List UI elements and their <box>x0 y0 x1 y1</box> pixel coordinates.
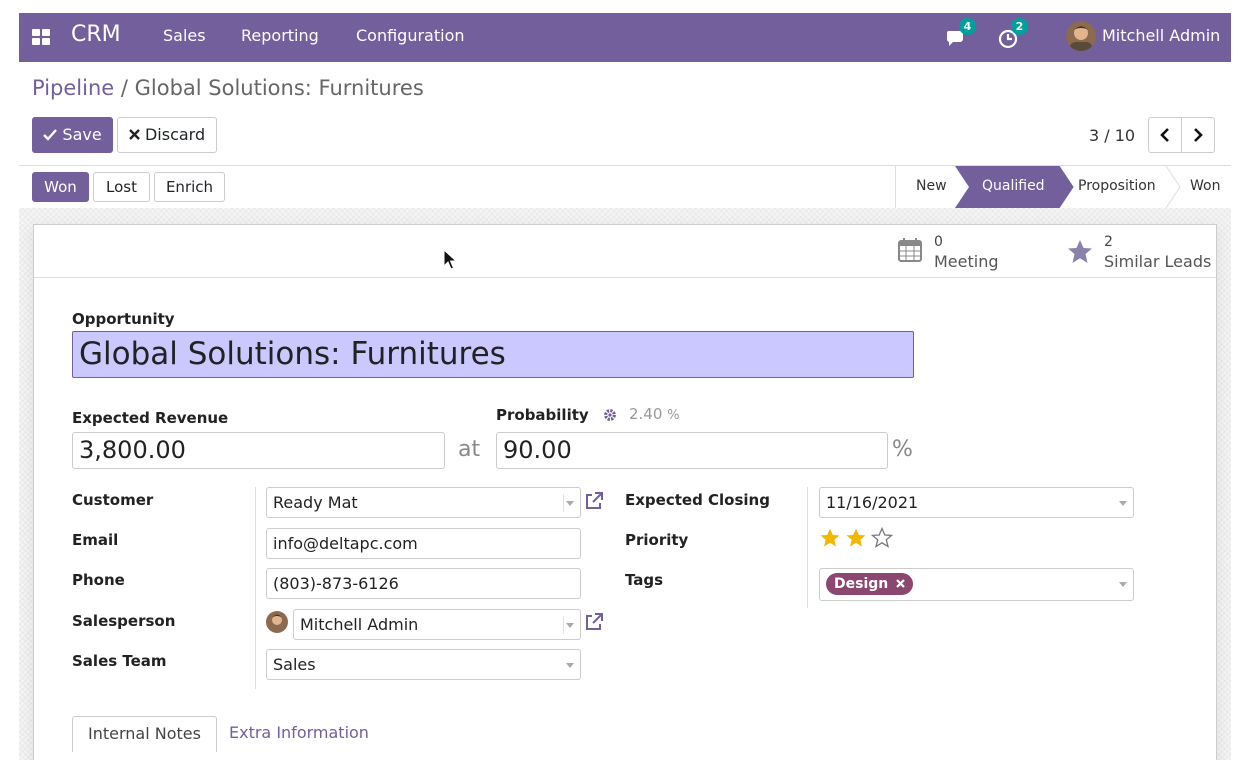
pager-value[interactable]: 3 / 10 <box>1089 126 1135 145</box>
statusbar: Won Lost Enrich New Qualified Propositio… <box>19 166 1231 208</box>
email-field[interactable]: info@deltapc.com <box>266 528 581 559</box>
discard-label: Discard <box>144 125 206 144</box>
stage-qualified[interactable]: Qualified <box>982 178 1045 194</box>
tab-extra-information[interactable]: Extra Information <box>214 716 384 752</box>
sales-team-label: Sales Team <box>72 652 167 670</box>
similar-leads-count: 2 <box>1104 234 1113 250</box>
breadcrumb-current: Global Solutions: Furnitures <box>134 76 424 100</box>
priority-widget[interactable] <box>819 527 899 549</box>
auto-probability-value: 2.40 <box>629 405 663 423</box>
expected-revenue-label: Expected Revenue <box>72 409 229 427</box>
smart-button-box: 0 Meeting 2 Similar Leads <box>34 225 1216 278</box>
salesperson-field[interactable]: Mitchell Admin <box>293 609 581 640</box>
check-icon <box>43 129 58 141</box>
form-sheet: 0 Meeting 2 Similar Leads Opportunity Gl… <box>33 224 1217 760</box>
save-button[interactable]: Save <box>32 117 113 153</box>
expected-closing-field[interactable]: 11/16/2021 <box>819 487 1134 518</box>
menu-sales[interactable]: Sales <box>163 26 206 45</box>
meeting-count: 0 <box>934 234 943 250</box>
chevron-down-icon <box>566 501 574 506</box>
opportunity-label: Opportunity <box>72 310 175 328</box>
chevron-down-icon <box>566 623 574 628</box>
menu-reporting[interactable]: Reporting <box>241 26 319 45</box>
probability-label: Probability <box>496 406 589 424</box>
similar-leads-smart-button[interactable]: 2 Similar Leads <box>1067 231 1212 275</box>
lost-button[interactable]: Lost <box>93 172 150 202</box>
stage-won[interactable]: Won <box>1190 178 1220 194</box>
calendar-icon <box>898 238 922 262</box>
discard-button[interactable]: Discard <box>117 117 217 153</box>
tags-label: Tags <box>625 571 664 589</box>
salesperson-value: Mitchell Admin <box>300 615 419 634</box>
stage-proposition[interactable]: Proposition <box>1078 178 1156 194</box>
pager-next-button[interactable] <box>1181 117 1215 153</box>
chevron-right-icon <box>1194 128 1203 142</box>
auto-probability: 2.40 % <box>629 405 680 423</box>
enrich-button[interactable]: Enrich <box>154 172 225 202</box>
phone-field[interactable]: (803)-873-6126 <box>266 568 581 599</box>
breadcrumb-separator: / <box>114 76 135 100</box>
salesperson-avatar <box>266 611 288 633</box>
mouse-cursor-icon <box>443 249 457 270</box>
activities-badge: 2 <box>1011 18 1028 35</box>
at-label: at <box>458 437 481 462</box>
phone-label: Phone <box>72 571 125 589</box>
opportunity-name-input[interactable]: Global Solutions: Furnitures <box>72 331 914 378</box>
won-button[interactable]: Won <box>32 172 89 202</box>
star-filled-icon[interactable] <box>845 527 867 549</box>
avatar[interactable] <box>1066 21 1096 51</box>
customer-value: Ready Mat <box>273 493 358 512</box>
save-label: Save <box>62 125 102 144</box>
chevron-down-icon <box>1119 501 1127 506</box>
top-navbar: CRM Sales Reporting Configuration 4 2 Mi… <box>19 13 1231 62</box>
left-group-separator <box>255 487 256 689</box>
probability-input[interactable]: 90.00 <box>496 432 888 469</box>
external-link-icon[interactable] <box>584 491 604 511</box>
form-sheet-background: 0 Meeting 2 Similar Leads Opportunity Gl… <box>19 208 1231 760</box>
apps-icon[interactable] <box>32 29 50 45</box>
expected-revenue-input[interactable]: 3,800.00 <box>72 432 445 469</box>
menu-configuration[interactable]: Configuration <box>356 26 465 45</box>
star-empty-icon[interactable] <box>871 527 893 549</box>
sales-team-value: Sales <box>273 655 316 674</box>
messages-badge: 4 <box>959 18 976 35</box>
auto-probability-unit: % <box>667 408 680 423</box>
chevron-down-icon <box>566 663 574 668</box>
percent-label: % <box>892 437 913 462</box>
salesperson-label: Salesperson <box>72 612 176 630</box>
customer-field[interactable]: Ready Mat <box>266 487 581 518</box>
clock-icon[interactable]: 2 <box>995 18 1028 51</box>
priority-label: Priority <box>625 531 689 549</box>
star-icon <box>1068 240 1092 263</box>
user-name[interactable]: Mitchell Admin <box>1102 26 1220 45</box>
expected-closing-value: 11/16/2021 <box>826 493 919 512</box>
app-name[interactable]: CRM <box>71 22 121 47</box>
sales-team-field[interactable]: Sales <box>266 649 581 680</box>
external-link-icon[interactable] <box>584 612 604 632</box>
gear-icon[interactable] <box>603 408 617 422</box>
pager-previous-button[interactable] <box>1148 117 1182 153</box>
chevron-left-icon <box>1160 128 1169 142</box>
stage-pipeline: New Qualified Proposition Won <box>895 166 1231 208</box>
tag-design[interactable]: Design <box>826 573 914 595</box>
expected-closing-label: Expected Closing <box>625 491 770 509</box>
stage-new[interactable]: New <box>916 178 947 194</box>
breadcrumb-pipeline[interactable]: Pipeline <box>32 76 114 100</box>
crm-form-view: CRM Sales Reporting Configuration 4 2 Mi… <box>19 13 1231 760</box>
close-icon <box>129 129 140 140</box>
chevron-down-icon <box>1119 582 1127 587</box>
tag-remove-icon[interactable] <box>896 579 905 588</box>
customer-label: Customer <box>72 491 154 509</box>
meeting-label: Meeting <box>934 252 999 271</box>
meeting-smart-button[interactable]: 0 Meeting <box>897 231 1007 275</box>
right-group-separator <box>807 487 808 608</box>
tag-design-label: Design <box>834 576 889 592</box>
breadcrumb: Pipeline / Global Solutions: Furnitures <box>32 76 424 100</box>
email-label: Email <box>72 531 119 549</box>
chat-icon[interactable]: 4 <box>943 18 976 51</box>
tags-field[interactable]: Design <box>819 568 1134 601</box>
similar-leads-label: Similar Leads <box>1104 252 1212 271</box>
tab-internal-notes[interactable]: Internal Notes <box>72 716 217 752</box>
star-filled-icon[interactable] <box>819 527 841 549</box>
